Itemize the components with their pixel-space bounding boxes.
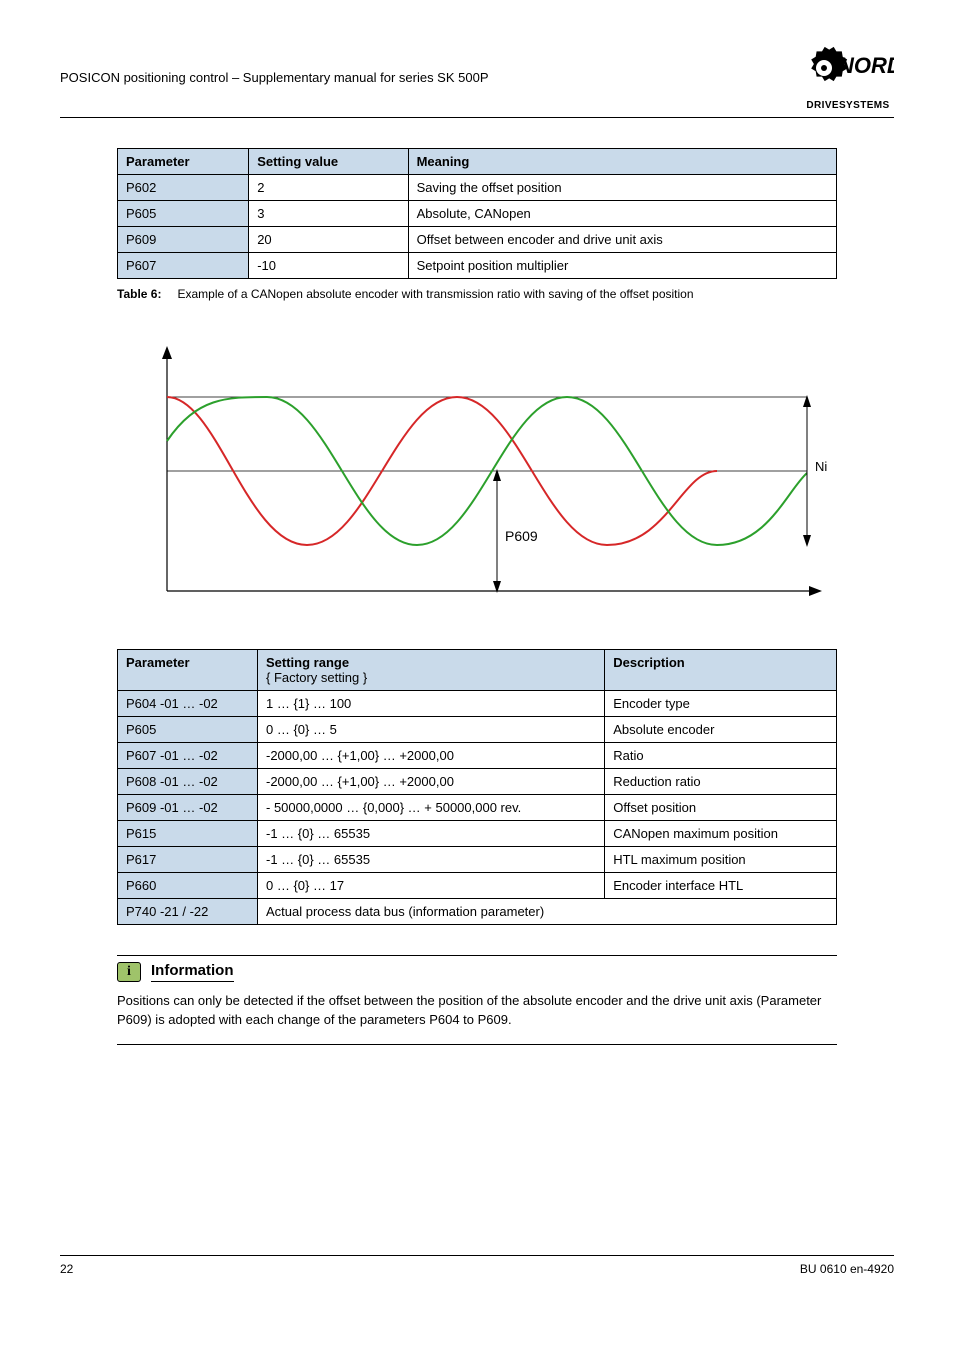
page-number: 22 [60, 1262, 73, 1276]
doc-id: BU 0610 en-4920 [800, 1262, 894, 1276]
ninmax-label: Ni / Nmax [815, 459, 827, 477]
cell-desc: HTL maximum position [605, 847, 837, 873]
svg-text:NORD: NORD [838, 53, 894, 78]
page-title: POSICON positioning control – Supplement… [60, 40, 489, 85]
cell-desc: CANopen maximum position [605, 821, 837, 847]
cell-param: P608 -01 … -02 [118, 769, 258, 795]
table-related-parameters: Parameter Setting range { Factory settin… [117, 649, 837, 925]
caption-label: Table 6: [117, 287, 161, 301]
info-title: Information [151, 962, 234, 982]
cell-param: P607 [118, 253, 249, 279]
brand-logo: NORD DRIVESYSTEMS [802, 40, 894, 111]
cell-param: P604 -01 … -02 [118, 691, 258, 717]
cell-desc: Encoder interface HTL [605, 873, 837, 899]
offset-sine-chart: P609 Ni / Nmax [127, 341, 827, 621]
cell-param: P617 [118, 847, 258, 873]
cell-range: -2000,00 … {+1,00} … +2000,00 [258, 769, 605, 795]
cell-range: -1 … {0} … 65535 [258, 847, 605, 873]
cell-meaning: Absolute, CANopen [408, 201, 836, 227]
cell-desc: Absolute encoder [605, 717, 837, 743]
cell-range: -2000,00 … {+1,00} … +2000,00 [258, 743, 605, 769]
cell-range: Actual process data bus (information par… [258, 899, 837, 925]
cell-range: -1 … {0} … 65535 [258, 821, 605, 847]
table-caption: Table 6: Example of a CANopen absolute e… [117, 287, 837, 301]
cell-param: P605 [118, 201, 249, 227]
info-bottom-rule [117, 1044, 837, 1045]
cell-meaning: Offset between encoder and drive unit ax… [408, 227, 836, 253]
cell-param: P602 [118, 175, 249, 201]
col-meaning: Meaning [408, 149, 836, 175]
col-parameter: Parameter [118, 149, 249, 175]
cell-desc: Encoder type [605, 691, 837, 717]
info-body: Positions can only be detected if the of… [117, 992, 837, 1030]
cell-param: P609 [118, 227, 249, 253]
col-setting-range: Setting range { Factory setting } [258, 650, 605, 691]
cell-value: 20 [249, 227, 408, 253]
cell-meaning: Setpoint position multiplier [408, 253, 836, 279]
cell-desc: Offset position [605, 795, 837, 821]
cell-range: 1 … {1} … 100 [258, 691, 605, 717]
nord-gear-icon: NORD [802, 40, 894, 100]
cell-param: P660 [118, 873, 258, 899]
p609-label: P609 [505, 528, 538, 544]
cell-param: P615 [118, 821, 258, 847]
cell-desc: Ratio [605, 743, 837, 769]
caption-text: Example of a CANopen absolute encoder wi… [177, 287, 693, 301]
info-top-rule [117, 955, 837, 956]
col-description: Description [605, 650, 837, 691]
cell-param: P609 -01 … -02 [118, 795, 258, 821]
cell-range: 0 … {0} … 5 [258, 717, 605, 743]
cell-meaning: Saving the offset position [408, 175, 836, 201]
cell-param: P605 [118, 717, 258, 743]
cell-value: -10 [249, 253, 408, 279]
cell-range: - 50000,0000 … {0,000} … + 50000,000 rev… [258, 795, 605, 821]
cell-param: P740 -21 / -22 [118, 899, 258, 925]
col-parameter: Parameter [118, 650, 258, 691]
header-divider [60, 117, 894, 118]
cell-value: 3 [249, 201, 408, 227]
cell-range: 0 … {0} … 17 [258, 873, 605, 899]
info-icon: i [117, 962, 141, 982]
cell-value: 2 [249, 175, 408, 201]
table-offset-example: Parameter Setting value Meaning P602 2 S… [117, 148, 837, 279]
brand-subtitle: DRIVESYSTEMS [802, 100, 894, 111]
cell-param: P607 -01 … -02 [118, 743, 258, 769]
col-setting-value: Setting value [249, 149, 408, 175]
cell-desc: Reduction ratio [605, 769, 837, 795]
